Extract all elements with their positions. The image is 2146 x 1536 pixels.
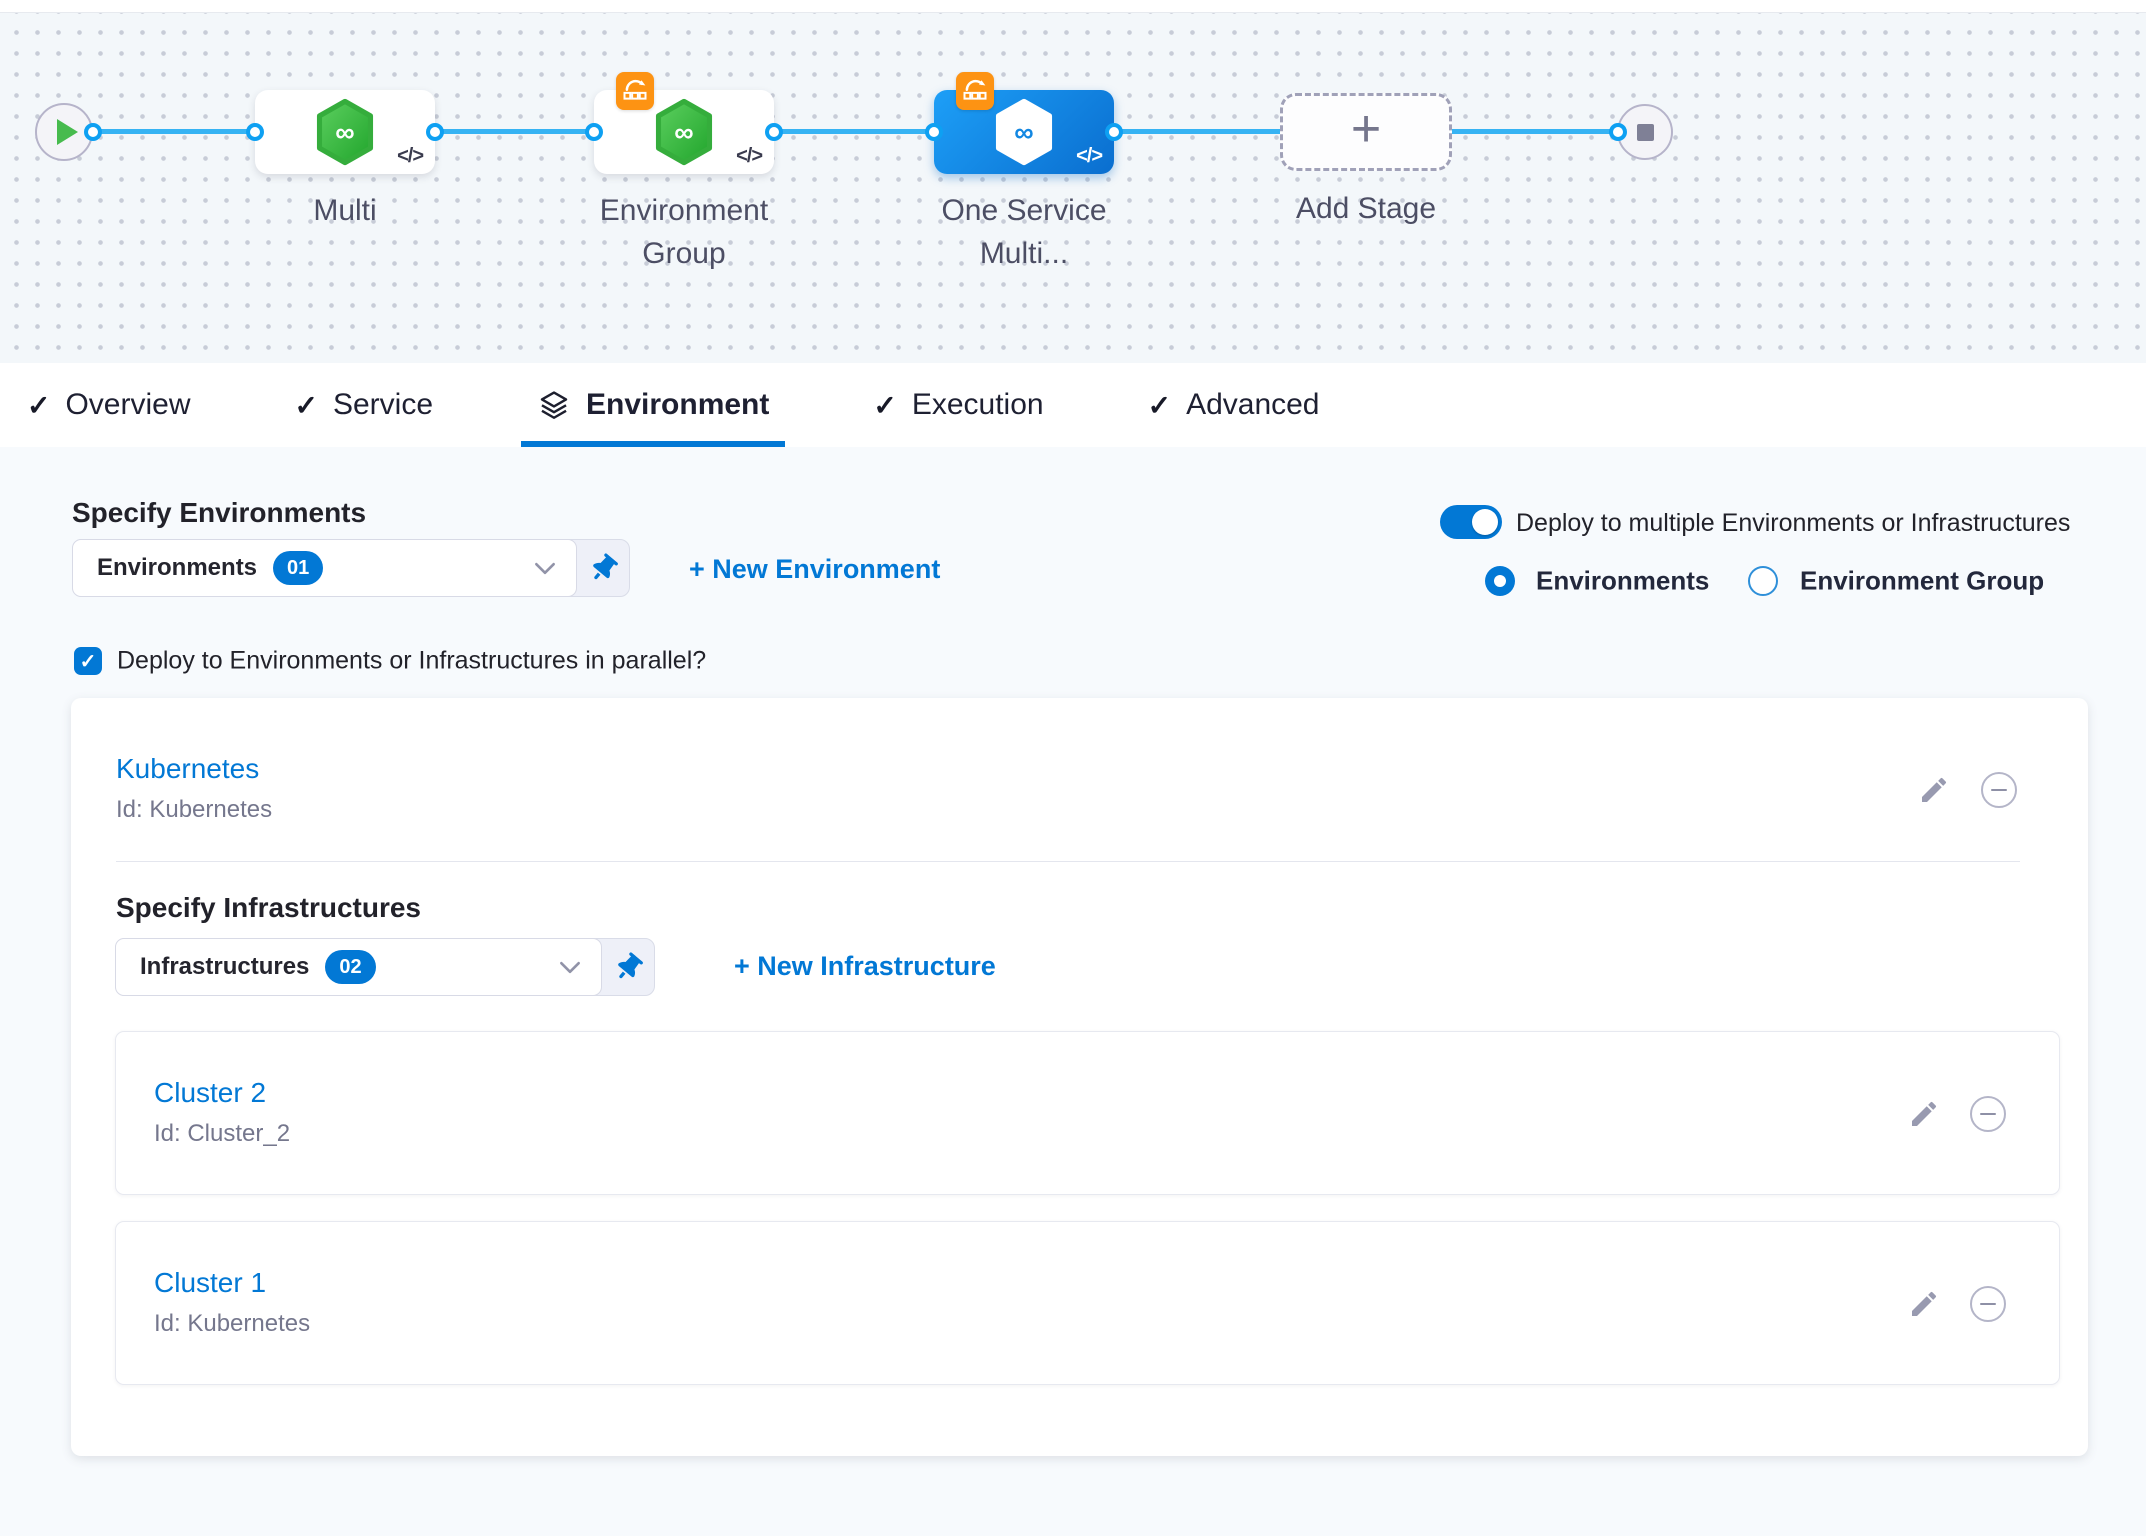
tab-advanced[interactable]: ✓ Advanced [1148, 363, 1320, 447]
minus-circle-icon [1981, 772, 2017, 808]
specify-infrastructures-heading: Specify Infrastructures [116, 892, 421, 924]
infrastructures-count-badge: 02 [325, 950, 375, 984]
port-stage1-out [426, 123, 444, 141]
parallel-checkbox-label: Deploy to Environments or Infrastructure… [117, 647, 706, 676]
svg-text:∞: ∞ [674, 116, 693, 147]
check-icon: ✓ [1148, 389, 1171, 422]
tab-label: Execution [912, 388, 1044, 422]
tab-overview[interactable]: ✓ Overview [27, 363, 191, 447]
svg-text:∞: ∞ [335, 116, 354, 147]
minus-circle-icon [1970, 1286, 2006, 1322]
minus-circle-icon [1970, 1096, 2006, 1132]
port-start-out [84, 123, 102, 141]
port-stage1-in [246, 123, 264, 141]
pin-button[interactable] [577, 540, 629, 596]
environment-name-link[interactable]: Kubernetes [116, 753, 259, 785]
infrastructure-id-text: Id: Kubernetes [154, 1310, 310, 1338]
remove-infrastructure-button[interactable] [1970, 1096, 2006, 1132]
new-environment-link[interactable]: + New Environment [689, 554, 940, 585]
edit-infrastructure-button[interactable] [1908, 1288, 1940, 1320]
toggle-knob [1472, 509, 1498, 535]
tab-label: Environment [586, 388, 769, 422]
environment-id-text: Id: Kubernetes [116, 796, 272, 824]
pipeline-canvas[interactable]: ∞ </> ∞ </> [0, 12, 2146, 363]
remove-environment-button[interactable] [1981, 772, 2017, 808]
environments-dropdown[interactable]: Environments 01 [72, 539, 577, 597]
tab-label: Service [333, 388, 433, 422]
add-stage-label: Add Stage [1266, 187, 1466, 230]
port-end-in [1609, 123, 1627, 141]
port-stage3-in [925, 123, 943, 141]
check-icon: ✓ [27, 389, 50, 422]
tab-label: Overview [65, 388, 190, 422]
play-icon [57, 119, 78, 145]
multi-env-toggle-label: Deploy to multiple Environments or Infra… [1516, 509, 2070, 538]
code-icon: </> [397, 145, 423, 168]
cd-stage-icon: ∞ [992, 97, 1056, 167]
edit-environment-button[interactable] [1918, 774, 1950, 806]
new-infrastructure-link[interactable]: + New Infrastructure [734, 951, 996, 982]
code-icon: </> [1076, 145, 1102, 168]
multi-deploy-badge-icon [956, 72, 994, 110]
code-icon: </> [736, 145, 762, 168]
port-stage3-out [1105, 123, 1123, 141]
chevron-down-icon [559, 961, 581, 974]
plus-icon: + [1351, 103, 1381, 155]
stage-label-one-service-multi: One Service Multi... [919, 189, 1129, 275]
remove-infrastructure-button[interactable] [1970, 1286, 2006, 1322]
cd-stage-icon: ∞ [313, 97, 377, 167]
check-icon: ✓ [80, 649, 97, 674]
multi-env-toggle[interactable] [1440, 505, 1502, 539]
stop-icon [1637, 124, 1654, 141]
radio-environments-label: Environments [1536, 566, 1709, 597]
add-stage-button[interactable]: + [1280, 93, 1452, 171]
radio-environment-group[interactable] [1748, 566, 1778, 596]
pin-button[interactable] [602, 939, 654, 995]
stage-card-multi[interactable]: ∞ </> [255, 90, 435, 174]
radio-environments[interactable] [1485, 566, 1515, 596]
multi-deploy-badge-icon [616, 72, 654, 110]
infrastructure-card: Cluster 1 Id: Kubernetes [115, 1221, 2060, 1385]
environment-tab-content: Specify Environments Environments 01 + N… [0, 447, 2146, 1536]
parallel-checkbox[interactable]: ✓ [74, 647, 102, 675]
infrastructure-id-text: Id: Cluster_2 [154, 1120, 290, 1148]
pipeline-stage-editor: ∞ </> ∞ </> [0, 0, 2146, 1536]
cd-stage-icon: ∞ [652, 97, 716, 167]
divider [116, 861, 2020, 862]
radio-environment-group-label: Environment Group [1800, 566, 2044, 597]
specify-environments-heading: Specify Environments [72, 497, 366, 529]
stage-tabbar: ✓ Overview ✓ Service Environment ✓ Execu… [0, 363, 2146, 447]
stage-label-multi: Multi [245, 189, 445, 232]
svg-text:∞: ∞ [1014, 116, 1033, 147]
infrastructures-dropdown-group: Infrastructures 02 [115, 938, 655, 996]
infrastructure-card: Cluster 2 Id: Cluster_2 [115, 1031, 2060, 1195]
stage-label-environment-group: Environment Group [584, 189, 784, 275]
environment-card: Kubernetes Id: Kubernetes Specify Infras… [71, 698, 2088, 1456]
tab-service[interactable]: ✓ Service [295, 363, 434, 447]
tab-label: Advanced [1186, 388, 1319, 422]
infrastructure-name-link[interactable]: Cluster 2 [154, 1077, 266, 1109]
environments-count-badge: 01 [273, 551, 323, 585]
environment-layers-icon [537, 388, 571, 422]
chevron-down-icon [534, 562, 556, 575]
environments-dropdown-group: Environments 01 [72, 539, 630, 597]
infrastructure-name-link[interactable]: Cluster 1 [154, 1267, 266, 1299]
infrastructures-dropdown[interactable]: Infrastructures 02 [115, 938, 602, 996]
environments-dropdown-value: Environments [97, 554, 257, 582]
port-stage2-out [765, 123, 783, 141]
top-strip [0, 0, 2146, 12]
port-stage2-in [585, 123, 603, 141]
check-icon: ✓ [295, 389, 318, 422]
tab-environment[interactable]: Environment [537, 363, 769, 447]
infrastructures-dropdown-value: Infrastructures [140, 953, 309, 981]
tab-execution[interactable]: ✓ Execution [873, 363, 1043, 447]
check-icon: ✓ [873, 389, 896, 422]
edit-infrastructure-button[interactable] [1908, 1098, 1940, 1130]
